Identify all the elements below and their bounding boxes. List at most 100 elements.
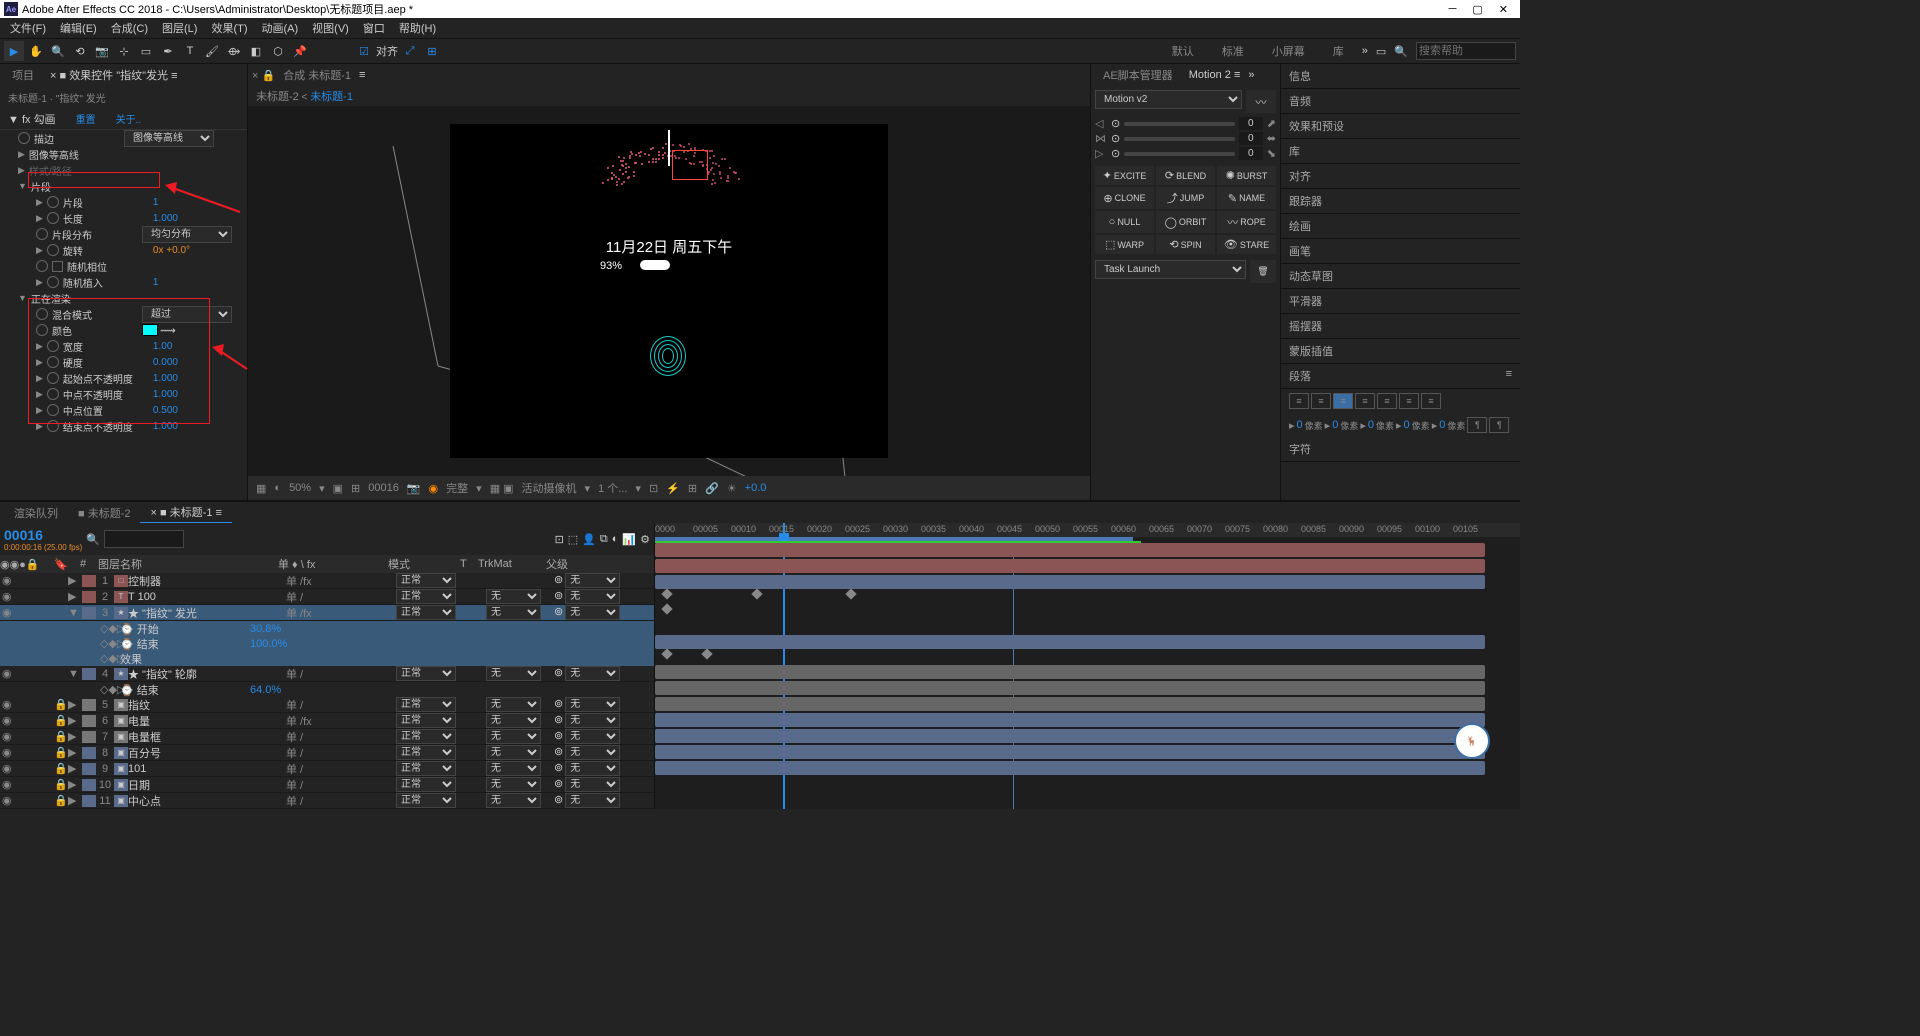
motion-warp-button[interactable]: ⬚ WARP (1095, 235, 1154, 254)
layer-row-9[interactable]: ◉ 🔒 ▶ 9 ▣ 101 单 / 正常 无 ⊚无 (0, 761, 654, 777)
script-manager-tab[interactable]: AE脚本管理器 (1095, 65, 1181, 85)
label-color[interactable] (82, 668, 96, 680)
menu-file[interactable]: 文件(F) (4, 18, 52, 38)
lock-icon[interactable]: 🔒 (54, 778, 68, 791)
pickwhip-icon[interactable]: ⊚ (554, 713, 563, 728)
menu-edit[interactable]: 编辑(E) (54, 18, 103, 38)
visibility-icon[interactable]: ◉ (2, 590, 14, 603)
grid-icon[interactable]: ⊞ (351, 482, 360, 495)
motion-stare-button[interactable]: 👁 STARE (1217, 235, 1276, 254)
visibility-icon[interactable]: ◉ (2, 574, 14, 587)
frame-number[interactable]: 00016 (368, 482, 399, 494)
pickwhip-icon[interactable]: ⊚ (554, 777, 563, 792)
blend-mode-dropdown[interactable]: 正常 (396, 589, 456, 604)
layer-name[interactable]: 日期 (128, 777, 286, 793)
layer-bar[interactable] (655, 681, 1485, 695)
motion-null-button[interactable]: ○ NULL (1095, 211, 1154, 233)
selection-tool[interactable]: ▶ (4, 41, 24, 61)
search-icon[interactable]: 🔍 (1394, 45, 1408, 58)
indent-icon-4[interactable]: ▸ (1432, 419, 1438, 432)
label-color[interactable] (82, 591, 96, 603)
menu-composition[interactable]: 合成(C) (105, 18, 154, 38)
about-link[interactable]: 关于.. (116, 111, 142, 127)
parent-dropdown[interactable]: 无 (565, 589, 620, 604)
indent-icon-3[interactable]: ▸ (1396, 419, 1402, 432)
visibility-icon[interactable]: ◉ (2, 714, 14, 727)
layer-bar[interactable] (655, 713, 1485, 727)
keyframe-icon[interactable] (661, 603, 672, 614)
layer-name[interactable]: 控制器 (128, 573, 286, 589)
panel-3[interactable]: 库 (1281, 139, 1520, 164)
twirl-icon[interactable]: ▶ (18, 149, 25, 160)
panel-6[interactable]: 绘画 (1281, 214, 1520, 239)
comp-mini-icon[interactable]: ⊡ (555, 533, 564, 546)
keyframe-icon[interactable] (701, 648, 712, 659)
twirl-icon[interactable]: ▶ (68, 794, 82, 807)
layer-name[interactable]: 百分号 (128, 745, 286, 761)
lock-icon[interactable]: 🔒 (54, 762, 68, 775)
align-btn-2[interactable]: ≡ (1333, 393, 1353, 409)
trkmat-dropdown[interactable]: 无 (486, 761, 541, 776)
stroke-dropdown[interactable]: 图像等高线 (124, 130, 214, 147)
panel-7[interactable]: 画笔 (1281, 239, 1520, 264)
visibility-icon[interactable]: ◉ (2, 730, 14, 743)
para-rtl-icon[interactable]: ¶ (1467, 417, 1487, 433)
anchor-mid-icon[interactable]: ⬌ (1267, 132, 1276, 145)
menu-view[interactable]: 视图(V) (306, 18, 355, 38)
workspace-default[interactable]: 默认 (1162, 41, 1204, 61)
visibility-icon[interactable]: ◉ (2, 698, 14, 711)
layer-bar[interactable] (655, 729, 1485, 743)
camera-tool[interactable]: 📷 (92, 41, 112, 61)
workspace-reset-icon[interactable]: ▭ (1376, 45, 1386, 58)
parent-dropdown[interactable]: 无 (565, 777, 620, 792)
layer-row-1[interactable]: ◉ ▶ 1 □ 控制器 单 /fx 正常 ⊚无 (0, 573, 654, 589)
frame-blend-icon[interactable]: ⧉ (600, 533, 608, 546)
parent-dropdown[interactable]: 无 (565, 666, 620, 681)
blend-dropdown[interactable]: 超过 (142, 306, 232, 323)
trkmat-dropdown[interactable]: 无 (486, 697, 541, 712)
menu-effect[interactable]: 效果(T) (205, 18, 253, 38)
view-layout-icon[interactable]: ▦ ▣ (490, 482, 514, 495)
visibility-icon[interactable]: ◉ (2, 667, 14, 680)
layer-row-7[interactable]: ◉ 🔒 ▶ 7 ▣ 电量框 单 / 正常 无 ⊚无 (0, 729, 654, 745)
pickwhip-icon[interactable]: ⊚ (554, 589, 563, 604)
lock-icon[interactable]: 🔒 (54, 698, 68, 711)
lock-icon[interactable]: 🔒 (54, 714, 68, 727)
layer-name[interactable]: T 100 (128, 591, 286, 603)
menu-window[interactable]: 窗口 (357, 18, 391, 38)
eyedropper-icon[interactable]: ⟿ (160, 324, 176, 337)
keyframe-icon[interactable] (845, 588, 856, 599)
blend-mode-dropdown[interactable]: 正常 (396, 573, 456, 588)
visibility-icon[interactable]: ◉ (2, 606, 14, 619)
motion-name-button[interactable]: ✎ NAME (1217, 187, 1276, 209)
minimize-button[interactable]: ─ (1449, 3, 1457, 16)
panel-10[interactable]: 摇摆器 (1281, 314, 1520, 339)
lock-icon[interactable]: 🔒 (54, 794, 68, 807)
blend-mode-dropdown[interactable]: 正常 (396, 697, 456, 712)
twirl-icon[interactable]: ▶ (68, 762, 82, 775)
blend-mode-dropdown[interactable]: 正常 (396, 666, 456, 681)
pixel-aspect-icon[interactable]: ⊡ (649, 482, 658, 495)
parent-dropdown[interactable]: 无 (565, 573, 620, 588)
fast-preview-icon[interactable]: ⚡ (666, 482, 680, 495)
panel-overflow-icon[interactable]: » (1248, 69, 1254, 81)
parent-dropdown[interactable]: 无 (565, 605, 620, 620)
blend-mode-dropdown[interactable]: 正常 (396, 745, 456, 760)
pickwhip-icon[interactable]: ⊚ (554, 793, 563, 808)
snapshot-icon[interactable]: 📷 (407, 482, 421, 495)
camera-dropdown[interactable]: 活动摄像机 (522, 480, 577, 496)
motion-blend-button[interactable]: ⟳ BLEND (1156, 166, 1215, 185)
layer-bar[interactable] (655, 543, 1485, 557)
property-row[interactable]: ◇◆▷ ⌚ 结束 64.0% (0, 682, 654, 697)
search-icon[interactable]: 🔍 (86, 533, 100, 546)
rotation-value[interactable]: 0x +0.0° (153, 245, 190, 256)
brainstorm-icon[interactable]: ⚙ (640, 533, 650, 546)
align-btn-0[interactable]: ≡ (1289, 393, 1309, 409)
visibility-icon[interactable]: ◉ (2, 762, 14, 775)
maximize-button[interactable]: ▢ (1472, 3, 1482, 16)
search-help-input[interactable] (1416, 42, 1516, 60)
label-color[interactable] (82, 779, 96, 791)
hand-tool[interactable]: ✋ (26, 41, 46, 61)
pen-tool[interactable]: ✒ (158, 41, 178, 61)
panel-0[interactable]: 信息 (1281, 64, 1520, 89)
